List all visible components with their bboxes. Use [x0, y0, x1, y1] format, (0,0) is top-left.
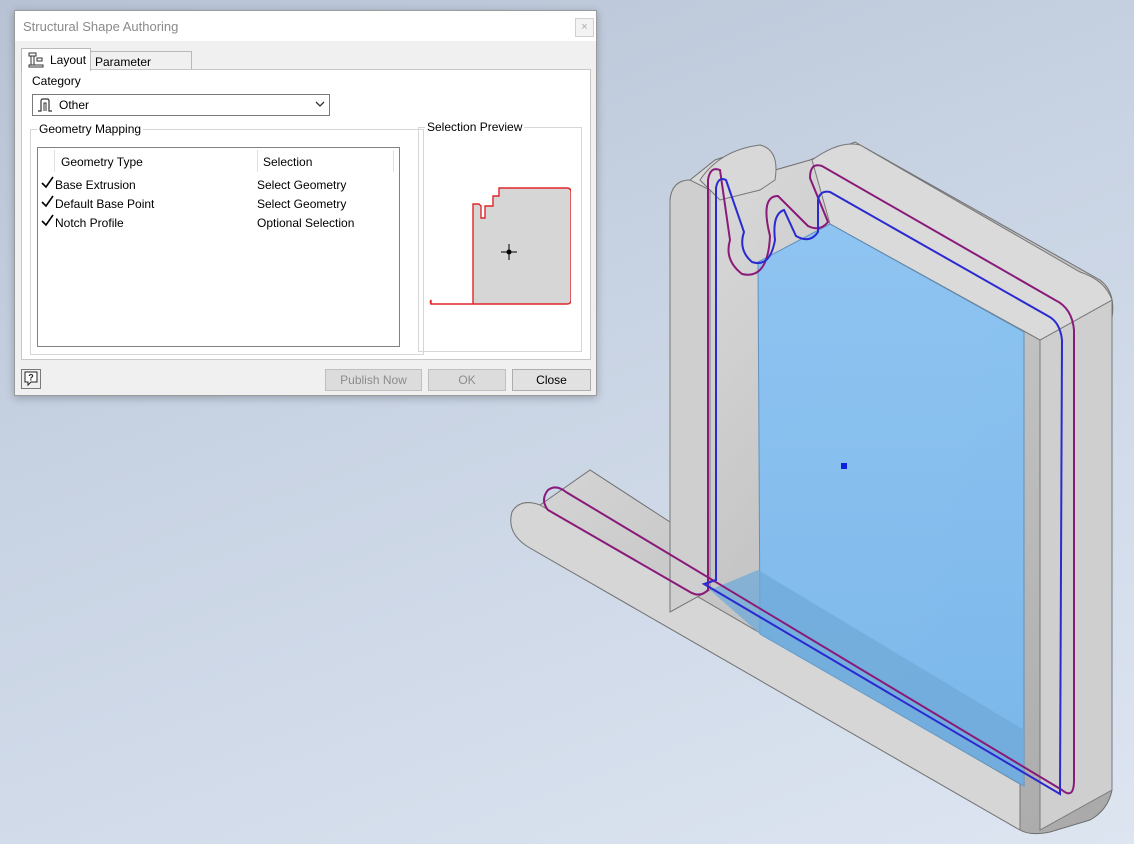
- checkmark-icon: [41, 214, 54, 227]
- selection-preview-image: [429, 187, 571, 305]
- category-value: Other: [59, 98, 90, 112]
- geometry-type-cell: Base Extrusion: [55, 178, 136, 192]
- publish-now-button[interactable]: Publish Now: [325, 369, 422, 391]
- table-row[interactable]: Default Base Point Select Geometry: [38, 195, 399, 214]
- list-header: Geometry Type Selection: [38, 148, 399, 172]
- ok-button[interactable]: OK: [428, 369, 506, 391]
- dialog-title: Structural Shape Authoring: [23, 19, 179, 34]
- checkmark-icon: [41, 176, 54, 189]
- category-dropdown[interactable]: Other: [32, 94, 330, 116]
- layout-icon: [28, 52, 44, 68]
- close-button[interactable]: Close: [512, 369, 591, 391]
- help-icon: ?: [24, 371, 38, 387]
- dialog-titlebar[interactable]: Structural Shape Authoring ×: [15, 11, 596, 41]
- table-row[interactable]: Notch Profile Optional Selection: [38, 214, 399, 233]
- column-separator: [54, 150, 55, 172]
- layout-panel: Category Other Geometry Mapping Geometry…: [21, 69, 591, 360]
- geometry-mapping-group: Geometry Mapping Geometry Type Selection…: [30, 122, 424, 355]
- structural-shape-authoring-dialog: Structural Shape Authoring × Layout Para…: [14, 10, 597, 396]
- tab-layout[interactable]: Layout: [21, 48, 91, 71]
- geometry-type-cell: Default Base Point: [55, 197, 155, 211]
- help-button[interactable]: ?: [21, 369, 41, 389]
- column-header-selection[interactable]: Selection: [263, 155, 312, 169]
- column-header-geometry-type[interactable]: Geometry Type: [61, 155, 143, 169]
- selection-cell[interactable]: Select Geometry: [257, 178, 346, 192]
- geometry-type-cell: Notch Profile: [55, 216, 124, 230]
- selection-cell[interactable]: Optional Selection: [257, 216, 354, 230]
- chevron-down-icon: [315, 101, 325, 107]
- geometry-mapping-list[interactable]: Geometry Type Selection Base Extrusion S…: [37, 147, 400, 347]
- profile-shape-icon: [38, 98, 52, 112]
- geometry-mapping-title: Geometry Mapping: [37, 122, 144, 136]
- checkmark-icon: [41, 195, 54, 208]
- column-separator: [257, 150, 258, 172]
- close-icon[interactable]: ×: [575, 18, 594, 37]
- table-row[interactable]: Base Extrusion Select Geometry: [38, 176, 399, 195]
- column-separator: [393, 150, 394, 172]
- selection-preview-group: Selection Preview: [418, 120, 582, 352]
- structural-shape-model[interactable]: [510, 141, 1114, 835]
- base-point-marker[interactable]: [841, 463, 847, 469]
- selection-preview-title: Selection Preview: [425, 120, 525, 134]
- svg-text:?: ?: [28, 373, 34, 383]
- category-label: Category: [32, 74, 81, 88]
- tab-layout-label: Layout: [50, 53, 87, 67]
- selection-cell[interactable]: Select Geometry: [257, 197, 346, 211]
